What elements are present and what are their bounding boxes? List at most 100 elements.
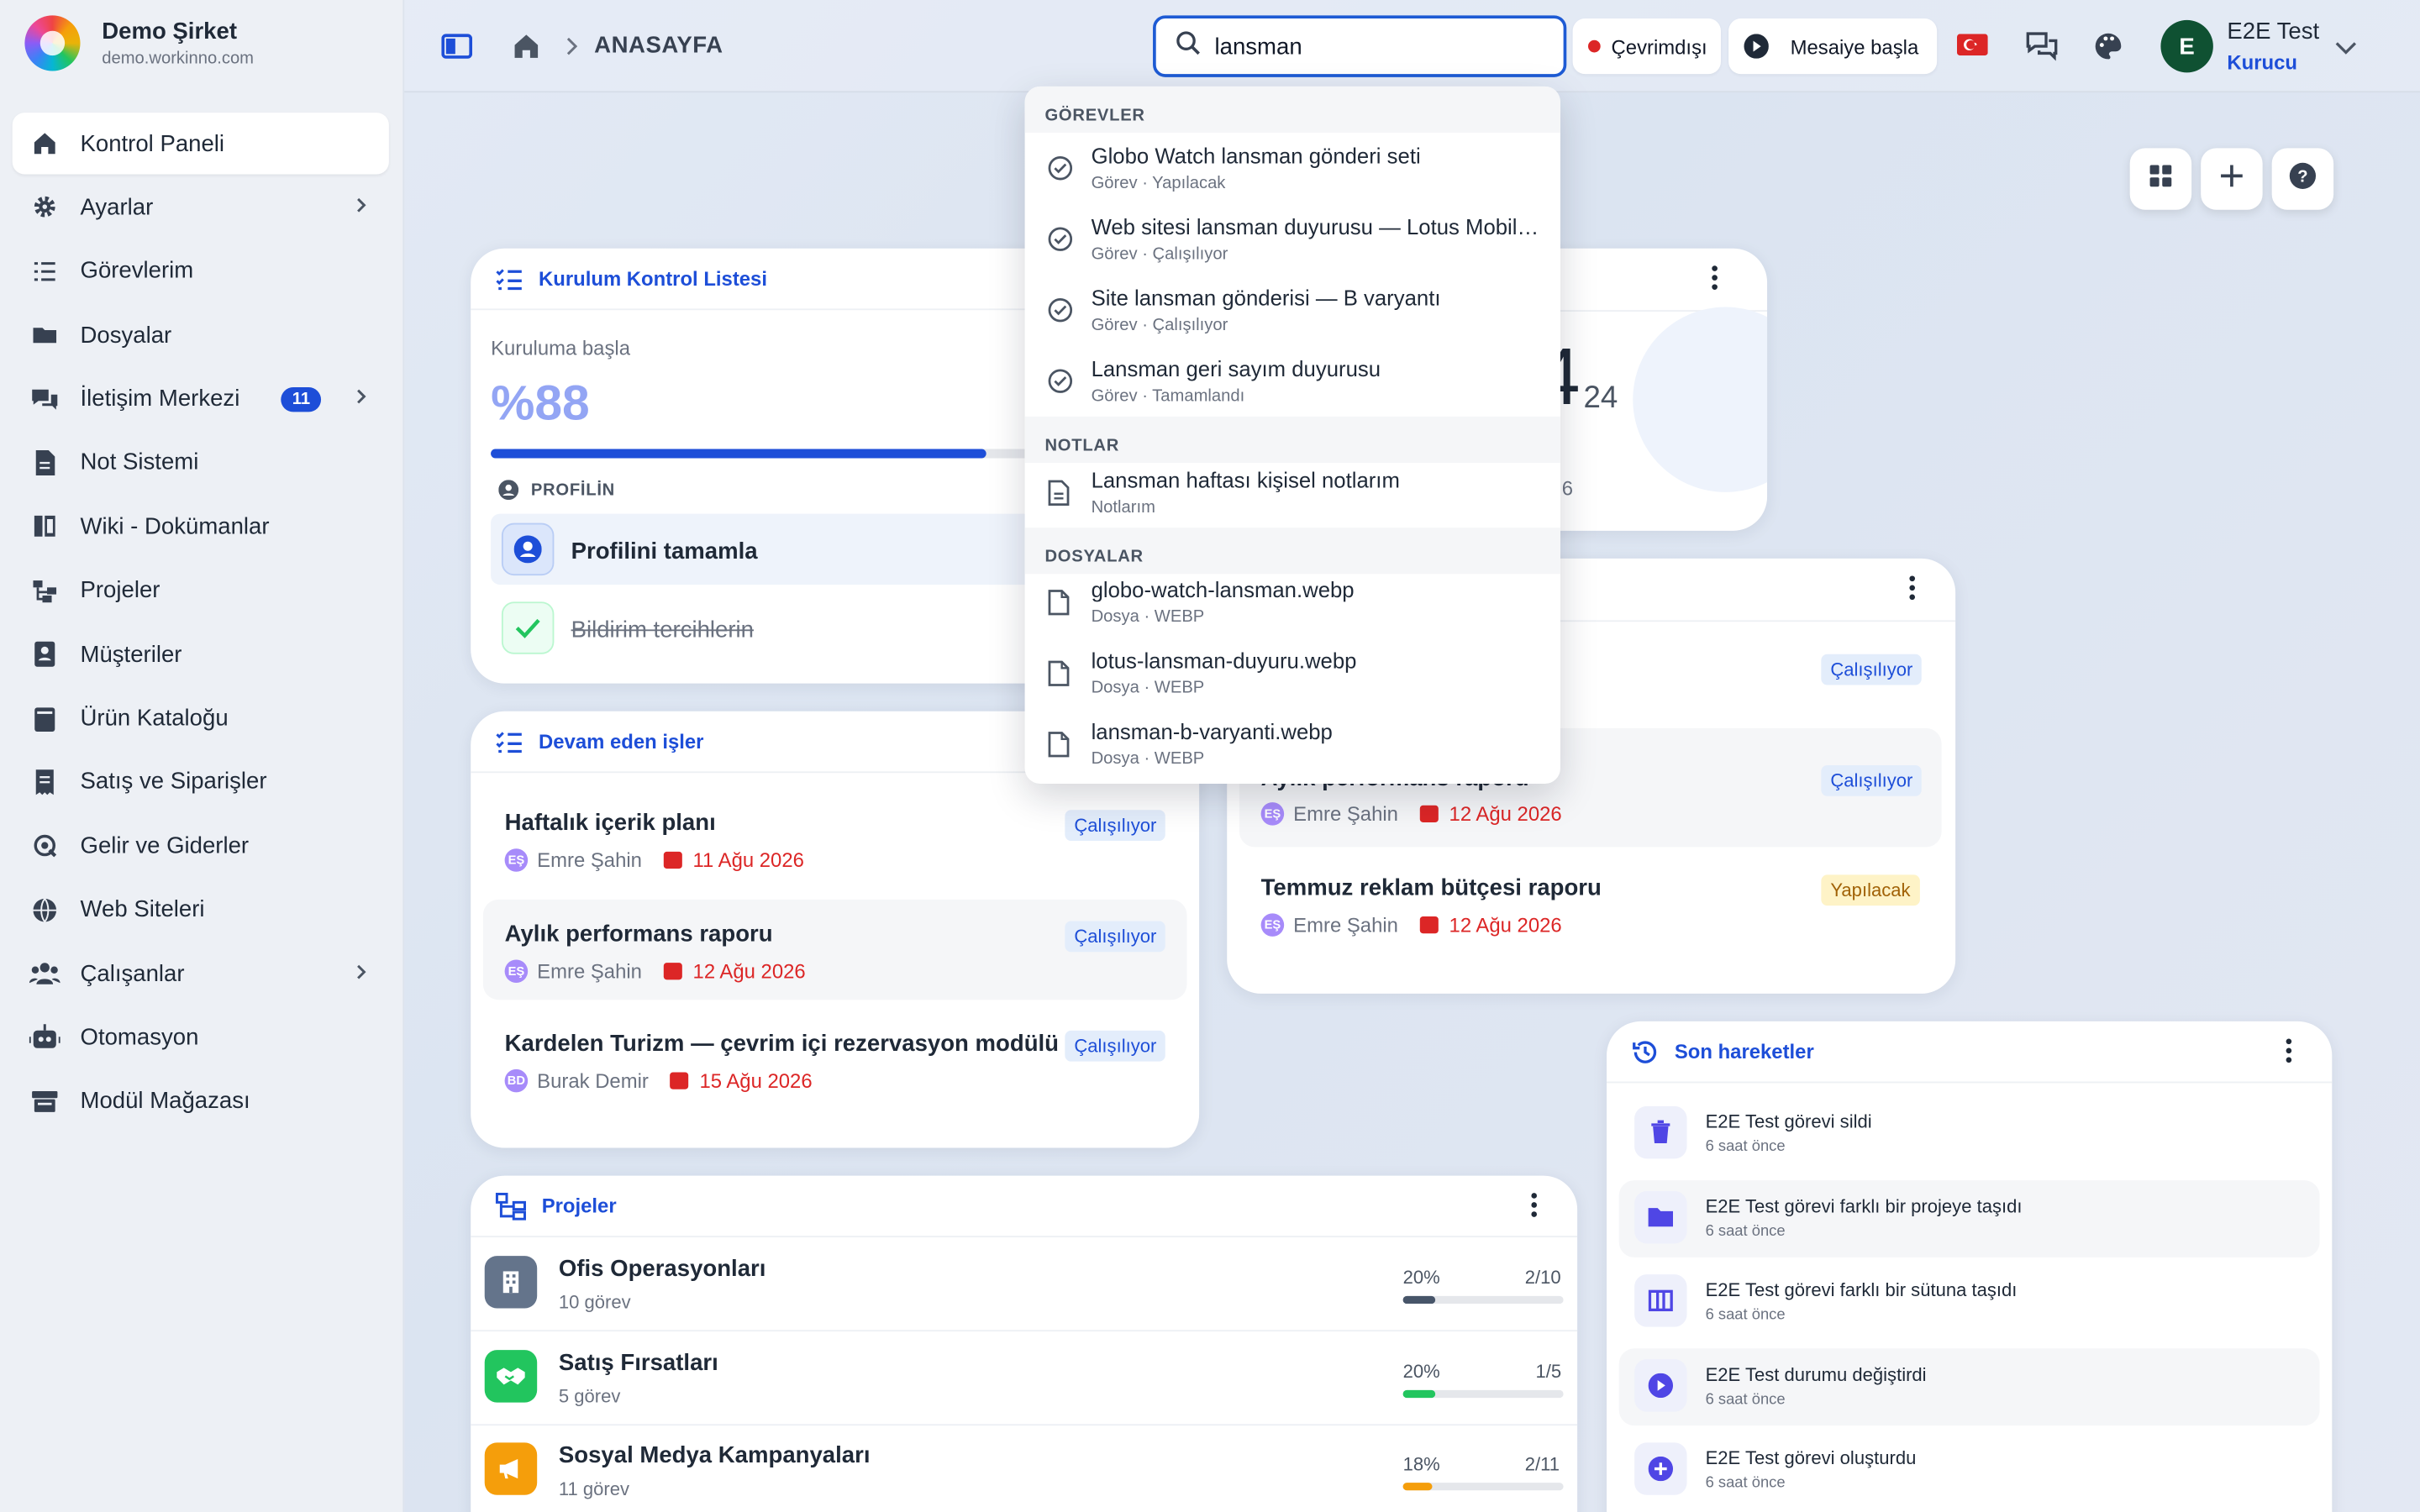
setup-checklist-title: Kurulum Kontrol Listesi bbox=[539, 266, 767, 291]
sidebar-item-iletisim-merkezi[interactable]: İletişim Merkezi 11 bbox=[13, 368, 389, 429]
sidebar-item-label: Wiki - Dokümanlar bbox=[80, 513, 270, 540]
sidebar-item-label: Projeler bbox=[80, 577, 160, 604]
task-title[interactable]: Haftalık içerik planı bbox=[505, 810, 716, 836]
setup-checklist-card: Kurulum Kontrol Listesi Kuruluma başla %… bbox=[471, 248, 1076, 684]
project-progress-track bbox=[1402, 1483, 1564, 1491]
task-meta: EŞ Emre Şahin 11 Ağu 2026 bbox=[504, 848, 804, 872]
result-subtitle: Notlarım bbox=[1091, 498, 1155, 517]
check-circle-icon bbox=[1048, 369, 1073, 402]
project-progress-count: 2/11 bbox=[1524, 1453, 1560, 1475]
kebab-menu-icon[interactable] bbox=[1531, 1191, 1538, 1224]
setup-item-notifications[interactable]: Bildirim tercihlerin bbox=[491, 594, 1054, 662]
sidebar-item-satis-siparisler[interactable]: Satış ve Siparişler bbox=[13, 751, 389, 812]
search-result-file[interactable]: lotus-lansman-duyuru.webp Dosya · WEBP bbox=[1025, 638, 1560, 708]
sidebar-item-calisanlar[interactable]: Çalışanlar bbox=[13, 942, 389, 1004]
sidebar-item-gelir-giderler[interactable]: Gelir ve Giderler bbox=[13, 815, 389, 876]
activity-time: 6 saat önce bbox=[1705, 1474, 1786, 1493]
sidebar-item-gorevlerim[interactable]: Görevlerim bbox=[13, 240, 389, 302]
search-result-task[interactable]: Web sitesi lansman duyurusu — Lotus Mobi… bbox=[1025, 203, 1560, 274]
help-button[interactable]: ? bbox=[2271, 148, 2334, 210]
sidebar-item-wiki[interactable]: Wiki - Dokümanlar bbox=[13, 496, 389, 557]
user-role: Kurucu bbox=[2227, 50, 2297, 75]
due-date-text: 11 Ağu 2026 bbox=[692, 848, 804, 872]
stats-sub-number: 6 bbox=[1561, 476, 1574, 501]
search-result-task[interactable]: Globo Watch lansman gönderi seti Görev ·… bbox=[1025, 133, 1560, 203]
chevron-right-icon bbox=[352, 194, 371, 220]
sidebar-item-musteriler[interactable]: Müşteriler bbox=[13, 623, 389, 685]
setup-checklist-header: Kurulum Kontrol Listesi bbox=[471, 249, 1076, 311]
sidebar-item-not-sistemi[interactable]: Not Sistemi bbox=[13, 432, 389, 493]
plus-icon bbox=[2217, 161, 2245, 197]
setup-start-label: Kuruluma başla bbox=[491, 336, 630, 360]
profile-section-label: PROFİLİN bbox=[530, 480, 616, 500]
user-circle-icon bbox=[501, 522, 555, 576]
add-widget-button[interactable] bbox=[2201, 148, 2263, 210]
project-progress-count: 1/5 bbox=[1535, 1360, 1562, 1383]
sidebar: Demo Şirket demo.workinno.com Kontrol Pa… bbox=[0, 0, 405, 1512]
recent-activity-title: Son hareketler bbox=[1674, 1039, 1814, 1063]
project-icon bbox=[28, 574, 61, 607]
project-name[interactable]: Ofis Operasyonları bbox=[559, 1256, 766, 1282]
global-search[interactable] bbox=[1153, 15, 1567, 77]
turkish-flag-icon[interactable] bbox=[1956, 34, 1988, 63]
home-breadcrumb-icon[interactable] bbox=[511, 31, 542, 70]
sidebar-item-label: Web Siteleri bbox=[80, 896, 205, 923]
project-progress-fill bbox=[1402, 1295, 1435, 1305]
due-date: 11 Ağu 2026 bbox=[663, 848, 804, 872]
search-result-task[interactable]: Site lansman gönderisi — B varyantı Göre… bbox=[1025, 275, 1560, 345]
palette-icon[interactable] bbox=[2093, 31, 2124, 70]
kebab-menu-icon[interactable] bbox=[1712, 264, 1718, 297]
chevron-right-icon bbox=[562, 35, 581, 65]
sidebar-item-projeler[interactable]: Projeler bbox=[13, 559, 389, 621]
task-title[interactable]: Temmuz reklam bütçesi raporu bbox=[1261, 874, 1602, 900]
status-badge: Çalışılıyor bbox=[1065, 810, 1166, 842]
sidebar-item-modul-magazasi[interactable]: Modül Mağazası bbox=[13, 1070, 389, 1131]
start-shift-button[interactable]: Mesaiye başla bbox=[1728, 18, 1938, 75]
breadcrumb[interactable]: ANASAYFA bbox=[594, 33, 723, 59]
chevron-down-icon[interactable] bbox=[2333, 37, 2358, 65]
contact-icon bbox=[28, 638, 61, 671]
play-circle-icon bbox=[1634, 1359, 1687, 1412]
unread-badge: 11 bbox=[281, 386, 322, 412]
user-avatar[interactable]: E bbox=[2160, 19, 2213, 73]
sidebar-item-urun-katalogu[interactable]: Ürün Kataloğu bbox=[13, 687, 389, 748]
search-result-file[interactable]: globo-watch-lansman.webp Dosya · WEBP bbox=[1025, 566, 1560, 637]
help-icon: ? bbox=[2289, 161, 2317, 197]
sidebar-item-dosyalar[interactable]: Dosyalar bbox=[13, 304, 389, 365]
messages-icon[interactable] bbox=[2025, 31, 2059, 70]
search-result-note[interactable]: Lansman haftası kişisel notlarım Notları… bbox=[1025, 457, 1560, 528]
project-name[interactable]: Satış Fırsatları bbox=[559, 1350, 718, 1376]
project-percent: 18% bbox=[1402, 1453, 1440, 1475]
task-meta: EŞ Emre Şahin 12 Ağu 2026 bbox=[1260, 913, 1562, 937]
widgets-grid-button[interactable] bbox=[2129, 148, 2192, 210]
sidebar-item-label: Dosyalar bbox=[80, 322, 172, 349]
setup-item-profile[interactable]: Profilini tamamla bbox=[491, 513, 1055, 585]
kebab-menu-icon[interactable] bbox=[2286, 1037, 2292, 1069]
sidebar-item-ayarlar[interactable]: Ayarlar bbox=[13, 176, 389, 238]
due-date: 12 Ağu 2026 bbox=[1419, 913, 1562, 937]
profile-section-heading: PROFİLİN bbox=[498, 480, 616, 501]
user-name[interactable]: E2E Test bbox=[2227, 18, 2319, 45]
sidebar-item-label: Gelir ve Giderler bbox=[80, 832, 250, 859]
ongoing-tasks-title: Devam eden işler bbox=[539, 729, 704, 753]
search-input[interactable] bbox=[1214, 33, 1523, 60]
search-result-file[interactable]: lansman-b-varyanti.webp Dosya · WEBP bbox=[1025, 708, 1560, 779]
task-title[interactable]: Kardelen Turizm — çevrim içi rezervasyon… bbox=[505, 1031, 1059, 1057]
project-progress-fill bbox=[1402, 1389, 1435, 1399]
sidebar-item-web-siteleri[interactable]: Web Siteleri bbox=[13, 879, 389, 940]
task-title[interactable]: Aylık performans raporu bbox=[505, 921, 773, 948]
presence-status-button[interactable]: Çevrimdışı bbox=[1572, 18, 1721, 75]
sidebar-toggle-icon[interactable] bbox=[441, 33, 473, 68]
project-name[interactable]: Sosyal Medya Kampanyaları bbox=[559, 1442, 871, 1468]
brand[interactable]: Demo Şirket demo.workinno.com bbox=[24, 15, 254, 71]
assignee-avatar: BD bbox=[504, 1068, 529, 1093]
status-badge: Çalışılıyor bbox=[1065, 921, 1166, 953]
sidebar-item-kontrol-paneli[interactable]: Kontrol Paneli bbox=[12, 113, 389, 175]
due-date: 12 Ağu 2026 bbox=[663, 959, 806, 983]
result-subtitle: Dosya · WEBP bbox=[1091, 679, 1205, 698]
search-result-task[interactable]: Lansman geri sayım duyurusu Görev · Tama… bbox=[1025, 345, 1560, 416]
project-task-count: 11 görev bbox=[558, 1478, 630, 1500]
activity-row-highlight bbox=[1618, 1348, 2320, 1426]
sidebar-item-otomasyon[interactable]: Otomasyon bbox=[13, 1006, 389, 1068]
kebab-menu-icon[interactable] bbox=[1909, 574, 1916, 606]
